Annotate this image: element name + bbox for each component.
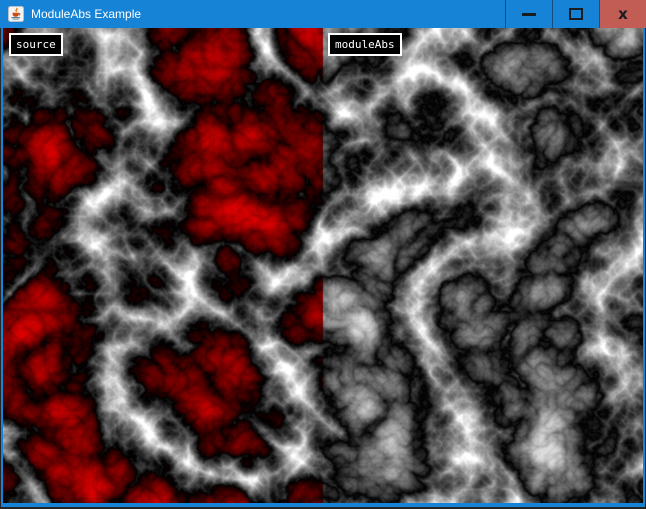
java-coffee-cup-icon: [8, 6, 24, 22]
moduleabs-label: moduleAbs: [328, 33, 402, 56]
close-icon: x: [618, 7, 628, 22]
close-button[interactable]: x: [599, 0, 646, 28]
minimize-icon: [522, 13, 536, 16]
titlebar[interactable]: ModuleAbs Example x: [0, 0, 646, 28]
noise-canvas: [3, 28, 643, 503]
app-window: ModuleAbs Example x source moduleAbs: [0, 0, 646, 509]
render-area: source moduleAbs: [3, 28, 643, 503]
maximize-button[interactable]: [552, 0, 599, 28]
window-title: ModuleAbs Example: [31, 7, 141, 21]
source-label: source: [9, 33, 63, 56]
maximize-icon: [569, 8, 583, 20]
minimize-button[interactable]: [505, 0, 552, 28]
window-controls: x: [505, 0, 646, 28]
